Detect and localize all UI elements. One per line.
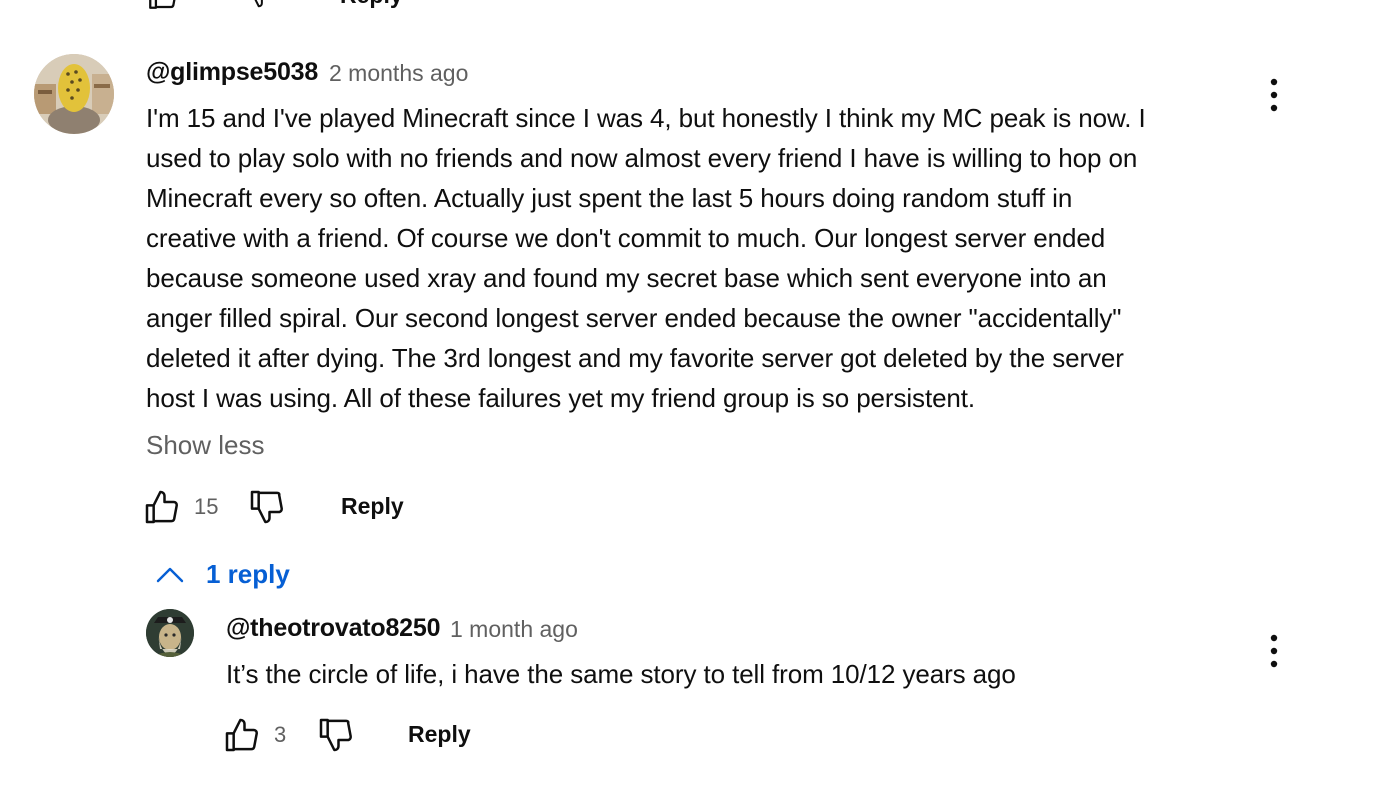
- reply-avatar[interactable]: [146, 609, 194, 657]
- dislike-icon-partial[interactable]: [243, 0, 277, 10]
- reply-dislike-icon[interactable]: [316, 715, 356, 755]
- reply-more-actions-icon[interactable]: [1262, 632, 1286, 670]
- avatar-image: [34, 54, 114, 134]
- reply-avatar-image: [146, 609, 194, 657]
- like-icon-partial[interactable]: [143, 0, 183, 12]
- comment-text-line: because someone used xray and found my s…: [146, 263, 1107, 293]
- reply-text: It’s the circle of life, i have the same…: [226, 659, 1016, 689]
- comment-text-line: creative with a friend. Of course we don…: [146, 223, 1106, 253]
- replies-toggle-button[interactable]: 1 reply: [206, 559, 290, 590]
- like-count: 15: [194, 494, 219, 519]
- reply-button-partial[interactable]: Reply: [340, 0, 403, 9]
- avatar[interactable]: [34, 54, 114, 134]
- reply-author[interactable]: @theotrovato8250: [226, 614, 440, 643]
- chevron-up-icon[interactable]: [154, 560, 186, 588]
- reply-button[interactable]: Reply: [341, 493, 404, 520]
- show-less-button[interactable]: Show less: [146, 430, 265, 461]
- more-actions-icon[interactable]: [1262, 76, 1286, 114]
- reply-like-count: 3: [274, 722, 287, 747]
- reply-like-icon[interactable]: [222, 715, 262, 755]
- comment-timestamp[interactable]: 2 months ago: [329, 60, 468, 87]
- reply-reply-button[interactable]: Reply: [408, 721, 471, 748]
- comment-text-line: deleted it after dying. The 3rd longest …: [146, 343, 1124, 373]
- like-icon[interactable]: [142, 487, 182, 527]
- comment-text-line: anger filled spiral. Our second longest …: [146, 303, 1122, 333]
- comment-text-line: Minecraft every so often. Actually just …: [146, 183, 1073, 213]
- reply-timestamp[interactable]: 1 month ago: [450, 616, 578, 643]
- comment-author[interactable]: @glimpse5038: [146, 58, 318, 87]
- comment-text: I'm 15 and I've played Minecraft since I…: [146, 98, 1256, 418]
- comment-text-line: I'm 15 and I've played Minecraft since I…: [146, 103, 1146, 133]
- comment-text-line: used to play solo with no friends and no…: [146, 143, 1138, 173]
- comment-text-line: host I was using. All of these failures …: [146, 383, 976, 413]
- dislike-icon[interactable]: [247, 487, 287, 527]
